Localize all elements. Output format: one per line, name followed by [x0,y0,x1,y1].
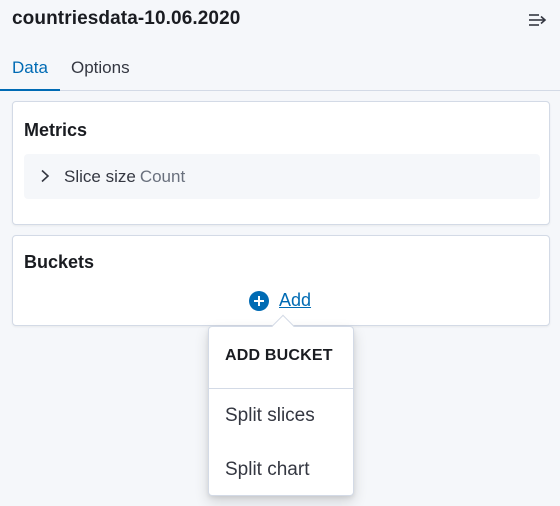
index-pattern-title: countriesdata-10.06.2020 [12,8,241,29]
buckets-panel: Buckets Add [12,235,550,326]
popover-title: ADD BUCKET [225,347,333,364]
metric-label: Slice size Count [64,167,185,187]
metric-slice-size-row[interactable]: Slice size Count [24,154,540,199]
metrics-panel: Metrics Slice size Count [12,101,550,225]
menu-item-split-slices[interactable]: Split slices [225,405,315,427]
chevron-right-icon[interactable] [38,169,52,183]
plus-in-circle-icon[interactable] [249,291,269,311]
tab-data[interactable]: Data [0,50,60,91]
editor-tabs: Data Options [0,50,560,91]
editor-header: countriesdata-10.06.2020 [0,0,560,42]
metrics-title: Metrics [24,120,88,140]
metric-type: Count [139,167,186,186]
menu-collapse-icon[interactable] [528,10,548,30]
metric-name: Slice size [64,167,136,186]
popover-divider [209,388,353,389]
add-bucket-label[interactable]: Add [279,290,311,311]
menu-item-split-chart[interactable]: Split chart [225,459,309,481]
buckets-title: Buckets [24,252,95,272]
sidebar-editor-panel: countriesdata-10.06.2020 Data Options Me… [0,0,560,506]
add-bucket-popover: ADD BUCKET Split slices Split chart [208,314,354,496]
tab-options[interactable]: Options [71,50,130,90]
